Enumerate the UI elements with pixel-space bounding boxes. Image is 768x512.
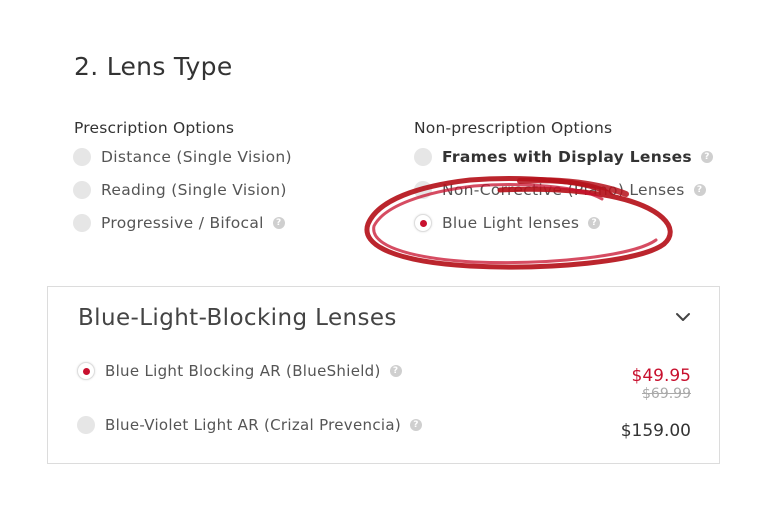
option-label: Reading (Single Vision)	[101, 181, 287, 199]
lens-option-blueshield[interactable]: Blue Light Blocking AR (BlueShield) ?	[77, 359, 402, 383]
radio-reading[interactable]	[73, 181, 91, 199]
radio-distance[interactable]	[73, 148, 91, 166]
radio-blueshield[interactable]	[77, 362, 95, 380]
option-plano[interactable]: Non-Corrective (Plano) Lenses ?	[414, 178, 706, 202]
option-label: Progressive / Bifocal	[101, 214, 264, 232]
sale-price: $49.95	[631, 366, 691, 386]
page-title: 2. Lens Type	[74, 52, 233, 81]
option-label: Non-Corrective (Plano) Lenses	[442, 181, 685, 199]
radio-blue-light[interactable]	[414, 214, 432, 232]
option-label: Frames with Display Lenses	[442, 148, 692, 166]
help-icon[interactable]: ?	[409, 419, 422, 431]
radio-progressive[interactable]	[73, 214, 91, 232]
option-label: Blue Light lenses	[442, 214, 580, 232]
option-label: Distance (Single Vision)	[101, 148, 292, 166]
help-icon[interactable]: ?	[272, 217, 285, 229]
radio-crizal[interactable]	[77, 416, 95, 434]
original-price: $69.99	[642, 386, 691, 402]
lens-option-crizal[interactable]: Blue-Violet Light AR (Crizal Prevencia) …	[77, 413, 422, 437]
blue-light-blocking-panel: Blue-Light-Blocking Lenses Blue Light Bl…	[47, 286, 720, 464]
help-icon[interactable]: ?	[700, 151, 713, 163]
chevron-down-icon[interactable]	[673, 307, 693, 327]
help-icon[interactable]: ?	[389, 365, 402, 377]
panel-title: Blue-Light-Blocking Lenses	[78, 305, 397, 331]
option-progressive[interactable]: Progressive / Bifocal ?	[73, 211, 285, 235]
regular-price: $159.00	[620, 421, 691, 441]
radio-display-lenses[interactable]	[414, 148, 432, 166]
non-prescription-options-heading: Non-prescription Options	[414, 119, 613, 137]
prescription-options-heading: Prescription Options	[74, 119, 235, 137]
option-display-lenses[interactable]: Frames with Display Lenses ?	[414, 145, 713, 169]
help-icon[interactable]: ?	[693, 184, 706, 196]
radio-plano[interactable]	[414, 181, 432, 199]
option-label: Blue-Violet Light AR (Crizal Prevencia)	[105, 416, 401, 434]
option-blue-light[interactable]: Blue Light lenses ?	[414, 211, 601, 235]
option-label: Blue Light Blocking AR (BlueShield)	[105, 362, 381, 380]
option-reading[interactable]: Reading (Single Vision)	[73, 178, 287, 202]
option-distance[interactable]: Distance (Single Vision)	[73, 145, 292, 169]
help-icon[interactable]: ?	[588, 217, 601, 229]
